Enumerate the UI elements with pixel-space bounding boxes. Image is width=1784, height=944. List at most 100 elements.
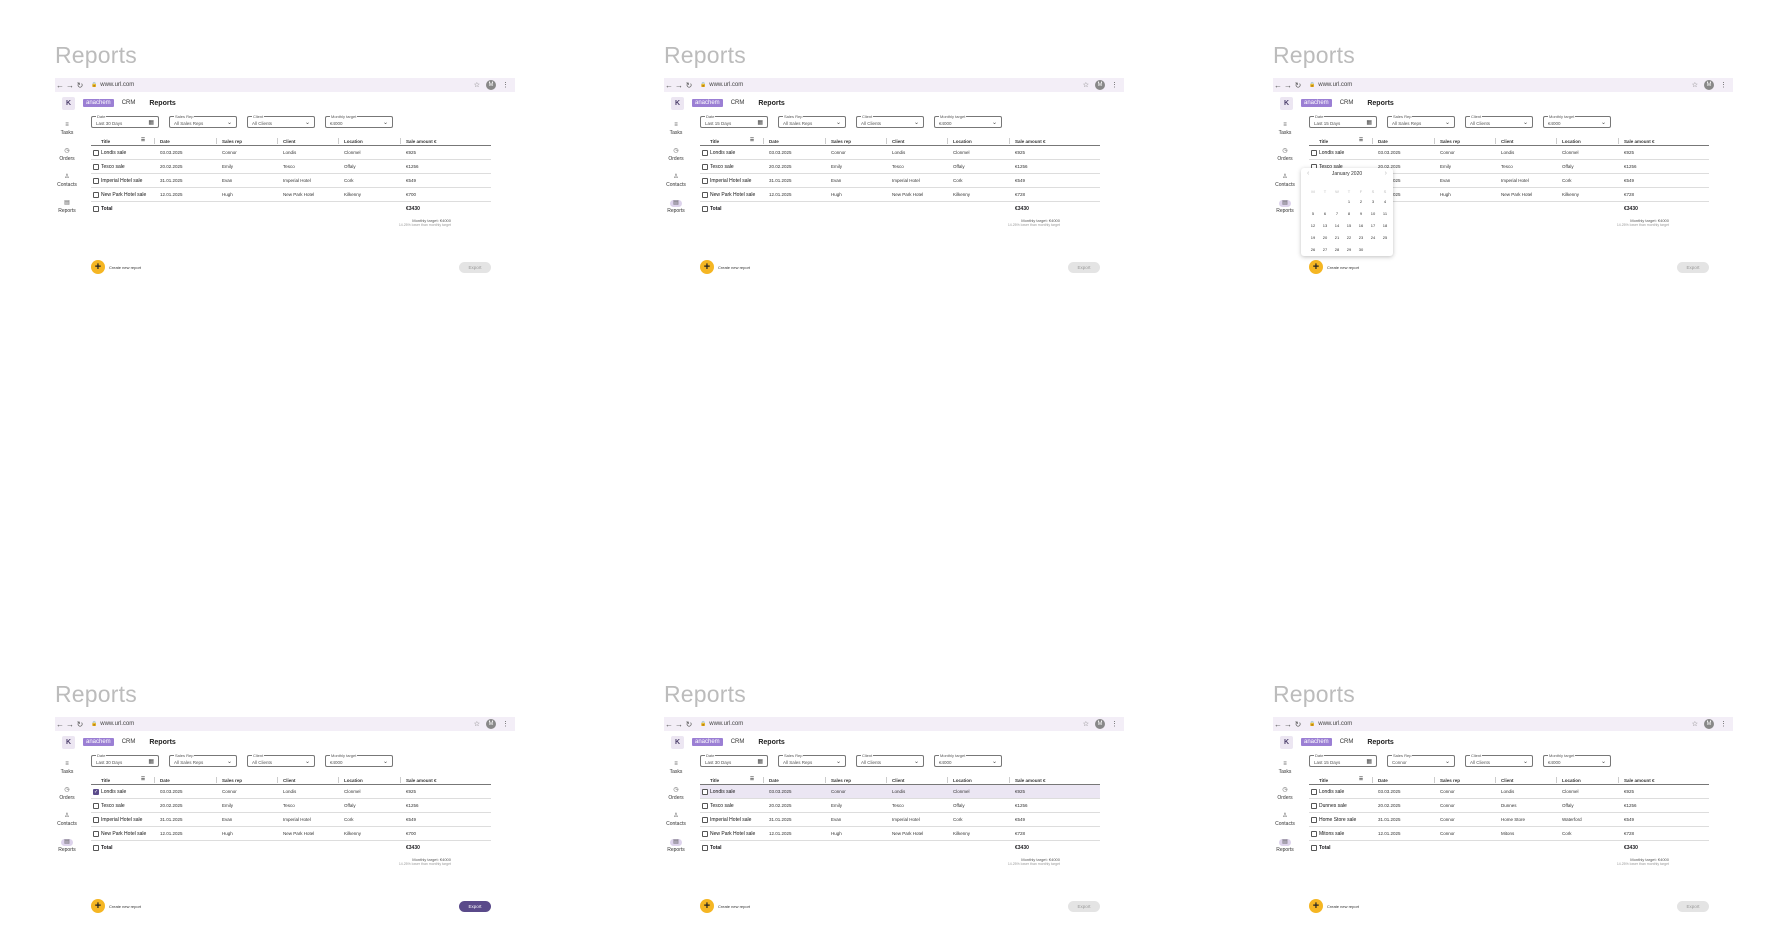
next-month-icon[interactable]: ›: [1385, 170, 1387, 177]
table-row[interactable]: Londis sale 03.03.2025 Connor Londis Clonmel…: [1309, 785, 1709, 799]
table-row[interactable]: Dunnes sale 20.02.2025 Connor Dunnes Offaly €…: [1309, 799, 1709, 813]
profile-avatar[interactable]: M: [486, 719, 496, 729]
app-logo[interactable]: K: [62, 96, 75, 110]
column-header[interactable]: Location: [953, 778, 972, 783]
calendar-day[interactable]: 4: [1379, 198, 1391, 206]
column-header[interactable]: Client: [892, 139, 905, 144]
sidebar-item-orders[interactable]: ◷ Orders: [664, 787, 688, 811]
address-bar[interactable]: 🔒 www.url.com: [1309, 82, 1692, 88]
column-header[interactable]: Client: [1501, 139, 1514, 144]
bookmark-star-icon[interactable]: ☆: [474, 81, 480, 89]
table-row[interactable]: Tesco sale 20.02.2025 Emily Tesco Offaly €125…: [700, 799, 1100, 813]
create-report-button[interactable]: + Create new report: [1309, 260, 1359, 274]
forward-arrow-icon[interactable]: →: [65, 720, 75, 729]
sidebar-item-orders[interactable]: ◷ Orders: [55, 787, 79, 811]
table-row[interactable]: Home Store sale 31.01.2025 Connor Home Stor…: [1309, 813, 1709, 827]
column-header[interactable]: Sale amount €: [1015, 139, 1046, 144]
profile-avatar[interactable]: M: [1095, 80, 1105, 90]
date-filter[interactable]: Date Last 15 Days ▦: [1309, 114, 1377, 128]
export-button[interactable]: Export: [1068, 262, 1100, 273]
row-checkbox[interactable]: [93, 803, 99, 809]
sidebar-item-reports[interactable]: ▤ Reports: [1273, 839, 1297, 863]
sidebar-item-tasks[interactable]: ≡ Tasks: [664, 761, 688, 785]
calendar-day[interactable]: 21: [1331, 234, 1343, 242]
sidebar-item-orders[interactable]: ◷ Orders: [664, 148, 688, 172]
column-header[interactable]: Sale amount €: [1015, 778, 1046, 783]
calendar-day[interactable]: 29: [1343, 246, 1355, 254]
reload-icon[interactable]: ↻: [684, 720, 694, 729]
row-checkbox[interactable]: [702, 192, 708, 198]
sidebar-item-orders[interactable]: ◷ Orders: [55, 148, 79, 172]
back-arrow-icon[interactable]: ←: [1273, 81, 1283, 90]
bookmark-star-icon[interactable]: ☆: [1692, 720, 1698, 728]
row-checkbox[interactable]: [702, 817, 708, 823]
profile-avatar[interactable]: M: [486, 80, 496, 90]
client-filter[interactable]: Client All Clients ⌄: [247, 114, 315, 128]
calendar-day[interactable]: 15: [1343, 222, 1355, 230]
column-header[interactable]: Location: [1562, 778, 1581, 783]
row-checkbox[interactable]: [702, 831, 708, 837]
column-filter-icon[interactable]: ☰: [1359, 137, 1363, 143]
bookmark-star-icon[interactable]: ☆: [474, 720, 480, 728]
export-button[interactable]: Export: [459, 901, 491, 912]
table-row[interactable]: New Park Hotel sale 12.01.2025 Hugh New Par…: [700, 188, 1100, 202]
calendar-day[interactable]: 20: [1319, 234, 1331, 242]
table-row[interactable]: New Park Hotel sale 12.01.2025 Hugh New Par…: [91, 827, 491, 841]
sidebar-item-tasks[interactable]: ≡ Tasks: [1273, 122, 1297, 146]
column-header[interactable]: Client: [283, 139, 296, 144]
prev-month-icon[interactable]: ‹: [1307, 170, 1309, 177]
calendar-day[interactable]: 26: [1307, 246, 1319, 254]
calendar-day[interactable]: 30: [1355, 246, 1367, 254]
calendar-day[interactable]: 13: [1319, 222, 1331, 230]
date-filter[interactable]: Date Last 15 Days ▦: [1309, 753, 1377, 767]
sidebar-item-reports[interactable]: ▤ Reports: [664, 839, 688, 863]
calendar-day[interactable]: 1: [1343, 198, 1355, 206]
calendar-day[interactable]: 6: [1319, 210, 1331, 218]
column-header[interactable]: Date: [1378, 139, 1388, 144]
reload-icon[interactable]: ↻: [1293, 720, 1303, 729]
back-arrow-icon[interactable]: ←: [664, 720, 674, 729]
sidebar-item-contacts[interactable]: ♙ Contacts: [1273, 813, 1297, 837]
client-filter[interactable]: Client All Clients ⌄: [1465, 114, 1533, 128]
calendar-day[interactable]: 16: [1355, 222, 1367, 230]
table-row[interactable]: Tesco sale 20.02.2025 Emily Tesco Offaly €125…: [700, 160, 1100, 174]
forward-arrow-icon[interactable]: →: [1283, 81, 1293, 90]
row-checkbox[interactable]: [93, 150, 99, 156]
column-header[interactable]: Sale amount €: [406, 139, 437, 144]
profile-avatar[interactable]: M: [1095, 719, 1105, 729]
column-header[interactable]: Sales rep: [831, 139, 851, 144]
row-checkbox[interactable]: [1311, 803, 1317, 809]
date-filter[interactable]: Date Last 30 Days ▦: [91, 753, 159, 767]
column-header[interactable]: Location: [1562, 139, 1581, 144]
sales-rep-filter[interactable]: Sales Rep Connor ⌄: [1387, 753, 1455, 767]
monthly-target-filter[interactable]: Monthly target €4000 ⌄: [934, 753, 1002, 767]
column-header[interactable]: Date: [1378, 778, 1388, 783]
row-checkbox[interactable]: [1311, 817, 1317, 823]
column-header[interactable]: Sales rep: [222, 778, 242, 783]
row-checkbox[interactable]: [702, 789, 708, 795]
table-row[interactable]: Imperial Hotel sale 31.01.2025 Evan Imperia…: [700, 174, 1100, 188]
column-header[interactable]: Title: [101, 139, 110, 144]
app-logo[interactable]: K: [62, 735, 75, 749]
export-button[interactable]: Export: [1677, 901, 1709, 912]
column-header[interactable]: Client: [892, 778, 905, 783]
sales-rep-filter[interactable]: Sales Rep All Sales Reps ⌄: [1387, 114, 1455, 128]
calendar-day[interactable]: 25: [1379, 234, 1391, 242]
sidebar-item-tasks[interactable]: ≡ Tasks: [55, 761, 79, 785]
calendar-day[interactable]: 14: [1331, 222, 1343, 230]
create-report-button[interactable]: + Create new report: [91, 899, 141, 913]
forward-arrow-icon[interactable]: →: [674, 81, 684, 90]
monthly-target-filter[interactable]: Monthly target €4000 ⌄: [325, 114, 393, 128]
column-header[interactable]: Title: [1319, 139, 1328, 144]
sidebar-item-reports[interactable]: ▤ Reports: [1273, 200, 1297, 224]
column-filter-icon[interactable]: ☰: [141, 137, 145, 143]
row-checkbox[interactable]: [93, 192, 99, 198]
export-button[interactable]: Export: [1677, 262, 1709, 273]
table-row[interactable]: Imperial Hotel sale 31.01.2025 Evan Imperia…: [700, 813, 1100, 827]
calendar-day[interactable]: 23: [1355, 234, 1367, 242]
monthly-target-filter[interactable]: Monthly target €4000 ⌄: [1543, 753, 1611, 767]
sidebar-item-contacts[interactable]: ♙ Contacts: [664, 174, 688, 198]
column-filter-icon[interactable]: ☰: [141, 776, 145, 782]
browser-menu-icon[interactable]: ⋮: [502, 81, 509, 89]
total-checkbox[interactable]: [702, 206, 708, 212]
